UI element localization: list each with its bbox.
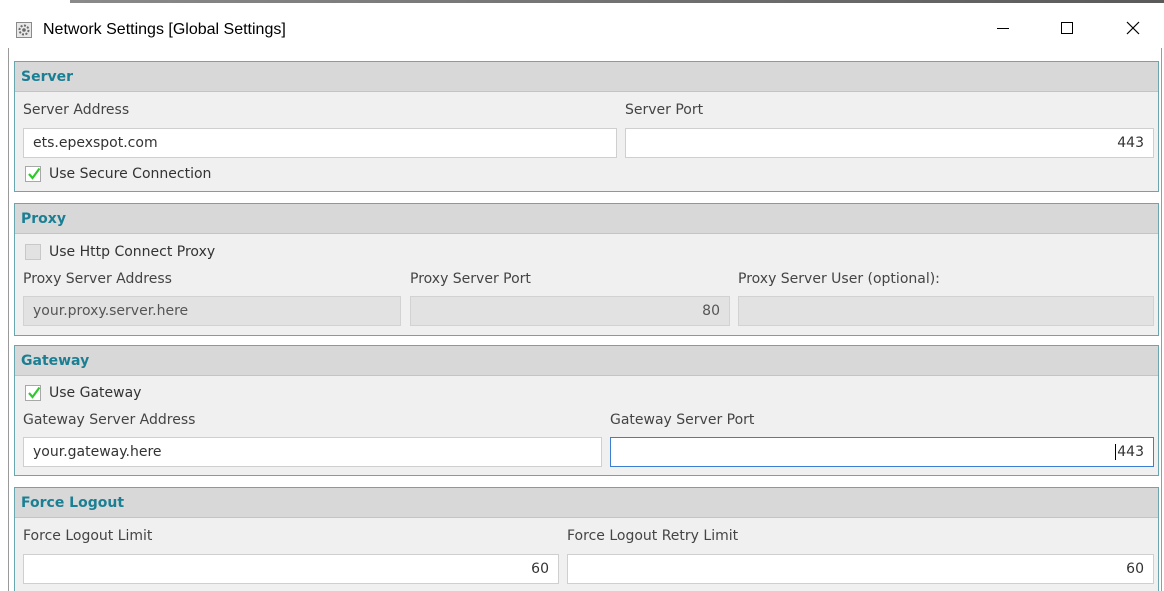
proxy-user-label: Proxy Server User (optional): (738, 271, 940, 287)
maximize-button[interactable] (1044, 10, 1090, 46)
use-http-connect-proxy-checkbox[interactable]: Use Http Connect Proxy (25, 244, 215, 260)
gateway-address-label: Gateway Server Address (23, 412, 196, 428)
server-port-label: Server Port (625, 102, 704, 118)
server-address-input[interactable]: ets.epexspot.com (23, 128, 617, 158)
use-secure-connection-label: Use Secure Connection (49, 166, 212, 182)
use-secure-connection-checkbox[interactable]: Use Secure Connection (25, 166, 211, 182)
force-logout-heading: Force Logout (15, 488, 1158, 518)
force-logout-limit-label: Force Logout Limit (23, 528, 153, 544)
proxy-heading: Proxy (15, 204, 1158, 234)
server-group: Server Server Address Server Port ets.ep… (14, 61, 1159, 192)
server-heading: Server (15, 62, 1158, 92)
use-gateway-label: Use Gateway (49, 385, 142, 401)
checkbox-box (25, 166, 41, 182)
checkbox-box (25, 385, 41, 401)
gateway-port-value: 443 (1117, 444, 1144, 460)
window-title: Network Settings [Global Settings] (43, 21, 286, 38)
window-top-edge (0, 0, 1164, 8)
window-border-left (8, 48, 9, 591)
proxy-group: Proxy Use Http Connect Proxy Proxy Serve… (14, 203, 1159, 336)
proxy-address-label: Proxy Server Address (23, 271, 172, 287)
use-gateway-checkbox[interactable]: Use Gateway (25, 385, 141, 401)
proxy-port-input[interactable]: 80 (410, 296, 730, 326)
force-logout-retry-input[interactable]: 60 (567, 554, 1154, 584)
proxy-port-label: Proxy Server Port (410, 271, 531, 287)
gateway-address-input[interactable]: your.gateway.here (23, 437, 602, 467)
force-logout-limit-input[interactable]: 60 (23, 554, 559, 584)
gateway-port-input[interactable]: 443 (610, 437, 1154, 467)
force-logout-retry-label: Force Logout Retry Limit (567, 528, 739, 544)
gateway-heading: Gateway (15, 346, 1158, 376)
use-http-connect-proxy-label: Use Http Connect Proxy (49, 244, 216, 260)
gateway-port-label: Gateway Server Port (610, 412, 755, 428)
proxy-user-input[interactable] (738, 296, 1154, 326)
proxy-address-input[interactable]: your.proxy.server.here (23, 296, 401, 326)
gateway-group: Gateway Use Gateway Gateway Server Addre… (14, 345, 1159, 476)
window-border-right (1161, 48, 1162, 591)
settings-gear-icon (16, 22, 32, 38)
close-button[interactable] (1110, 10, 1156, 46)
server-address-label: Server Address (23, 102, 130, 118)
checkbox-box (25, 244, 41, 260)
force-logout-group: Force Logout Force Logout Limit Force Lo… (14, 487, 1159, 591)
server-port-input[interactable]: 443 (625, 128, 1154, 158)
minimize-button[interactable] (980, 10, 1026, 46)
